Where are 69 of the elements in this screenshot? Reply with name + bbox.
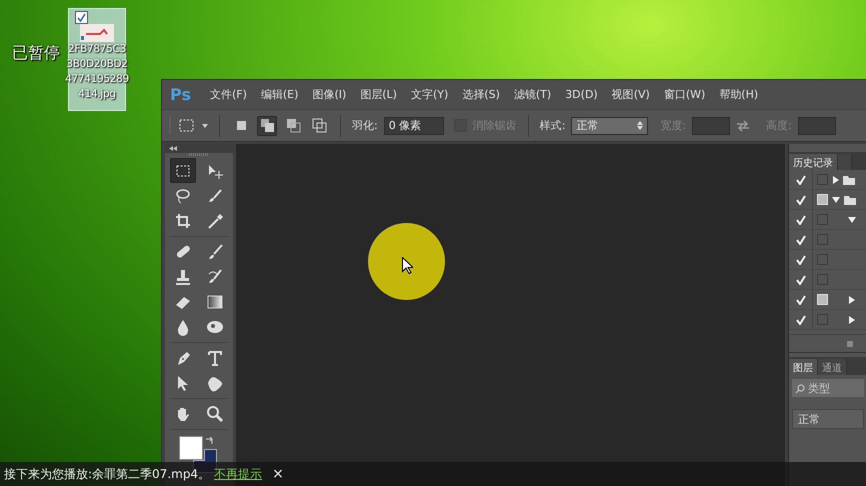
triangle-right-icon[interactable]: [849, 316, 855, 324]
tool-button[interactable]: [170, 158, 196, 183]
menu-item[interactable]: 图层(L): [360, 87, 397, 102]
lasso-icon[interactable]: [174, 186, 192, 204]
rectangle-select-icon[interactable]: [178, 116, 196, 134]
visibility-toggle[interactable]: [794, 312, 808, 326]
cursor-icon: [402, 257, 413, 274]
brush-icon[interactable]: [206, 268, 224, 286]
visibility-toggle[interactable]: [794, 252, 808, 266]
menu-item[interactable]: 图像(I): [312, 87, 346, 102]
paused-label: 已暂停: [12, 43, 60, 64]
crop-icon[interactable]: [174, 212, 192, 230]
checkbox[interactable]: [75, 11, 88, 24]
menu-item[interactable]: 视图(V): [612, 87, 650, 102]
visibility-toggle[interactable]: [794, 292, 808, 306]
file-name-line: 414.jpg: [78, 87, 116, 102]
menu-item[interactable]: 文字(Y): [410, 87, 448, 102]
folder-icon: [844, 194, 856, 204]
panel-tab[interactable]: 图层: [789, 359, 818, 375]
menu-item[interactable]: 文件(F): [210, 87, 247, 102]
blend-mode-select[interactable]: 正常: [792, 409, 864, 429]
menu-item[interactable]: 窗口(W): [664, 87, 706, 102]
panel-tab[interactable]: 历史记录: [789, 154, 838, 170]
close-button[interactable]: ×: [272, 466, 284, 482]
text-icon[interactable]: [206, 348, 224, 366]
menu-item[interactable]: 帮助(H): [719, 87, 758, 102]
menu-item[interactable]: 选择(S): [462, 87, 500, 102]
style-select[interactable]: 正常: [571, 116, 648, 134]
visibility-toggle[interactable]: [794, 192, 808, 206]
height-field[interactable]: [798, 116, 836, 134]
updown-icon: [637, 121, 644, 130]
layer-filter-field[interactable]: 类型: [792, 379, 864, 397]
foreground-color-swatch[interactable]: [179, 436, 203, 460]
visibility-toggle[interactable]: [794, 212, 808, 226]
file-name-line: 2FB7875C3: [68, 42, 126, 57]
check-icon: [77, 13, 86, 22]
eyedropper-icon[interactable]: [206, 212, 224, 230]
swap-arrows-icon[interactable]: [205, 436, 214, 445]
triangle-down-icon[interactable]: [832, 196, 840, 202]
panel-tab[interactable]: 通道: [818, 359, 847, 375]
menu-item[interactable]: 编辑(E): [260, 87, 298, 102]
triangle-down-icon[interactable]: [848, 216, 856, 222]
folder-icon: [843, 174, 855, 184]
menu-item[interactable]: 3D(D): [565, 88, 598, 101]
collapse-icon[interactable]: [169, 146, 177, 151]
triangle-right-icon[interactable]: [849, 296, 855, 304]
feather-field[interactable]: 0 像素: [384, 116, 444, 134]
brush-icon[interactable]: [206, 186, 224, 204]
width-field[interactable]: [692, 116, 730, 134]
feather-label: 羽化:: [352, 118, 378, 133]
visibility-toggle[interactable]: [794, 272, 808, 286]
gradient-icon[interactable]: [206, 292, 224, 310]
search-icon: [796, 384, 805, 392]
image-thumbnail-icon: [80, 24, 114, 42]
triangle-right-icon[interactable]: [833, 176, 839, 184]
menu-item[interactable]: 滤镜(T): [514, 87, 552, 102]
brush-icon[interactable]: [206, 242, 224, 260]
dismiss-link[interactable]: 不再提示: [214, 466, 262, 482]
next-video-notice: 接下来为您播放:余罪第二季07.mp4。: [4, 466, 210, 482]
visibility-toggle[interactable]: [794, 172, 808, 186]
stamp-icon[interactable]: [174, 268, 192, 286]
caret-icon[interactable]: [202, 124, 208, 128]
app-logo: Ps: [170, 85, 191, 104]
visibility-toggle[interactable]: [794, 232, 808, 246]
grip-icon: [168, 116, 172, 136]
swap-arrows-icon[interactable]: [736, 120, 750, 132]
grip-icon: [189, 153, 209, 156]
style-label: 样式:: [540, 118, 566, 133]
magnifier-icon[interactable]: [206, 404, 224, 422]
